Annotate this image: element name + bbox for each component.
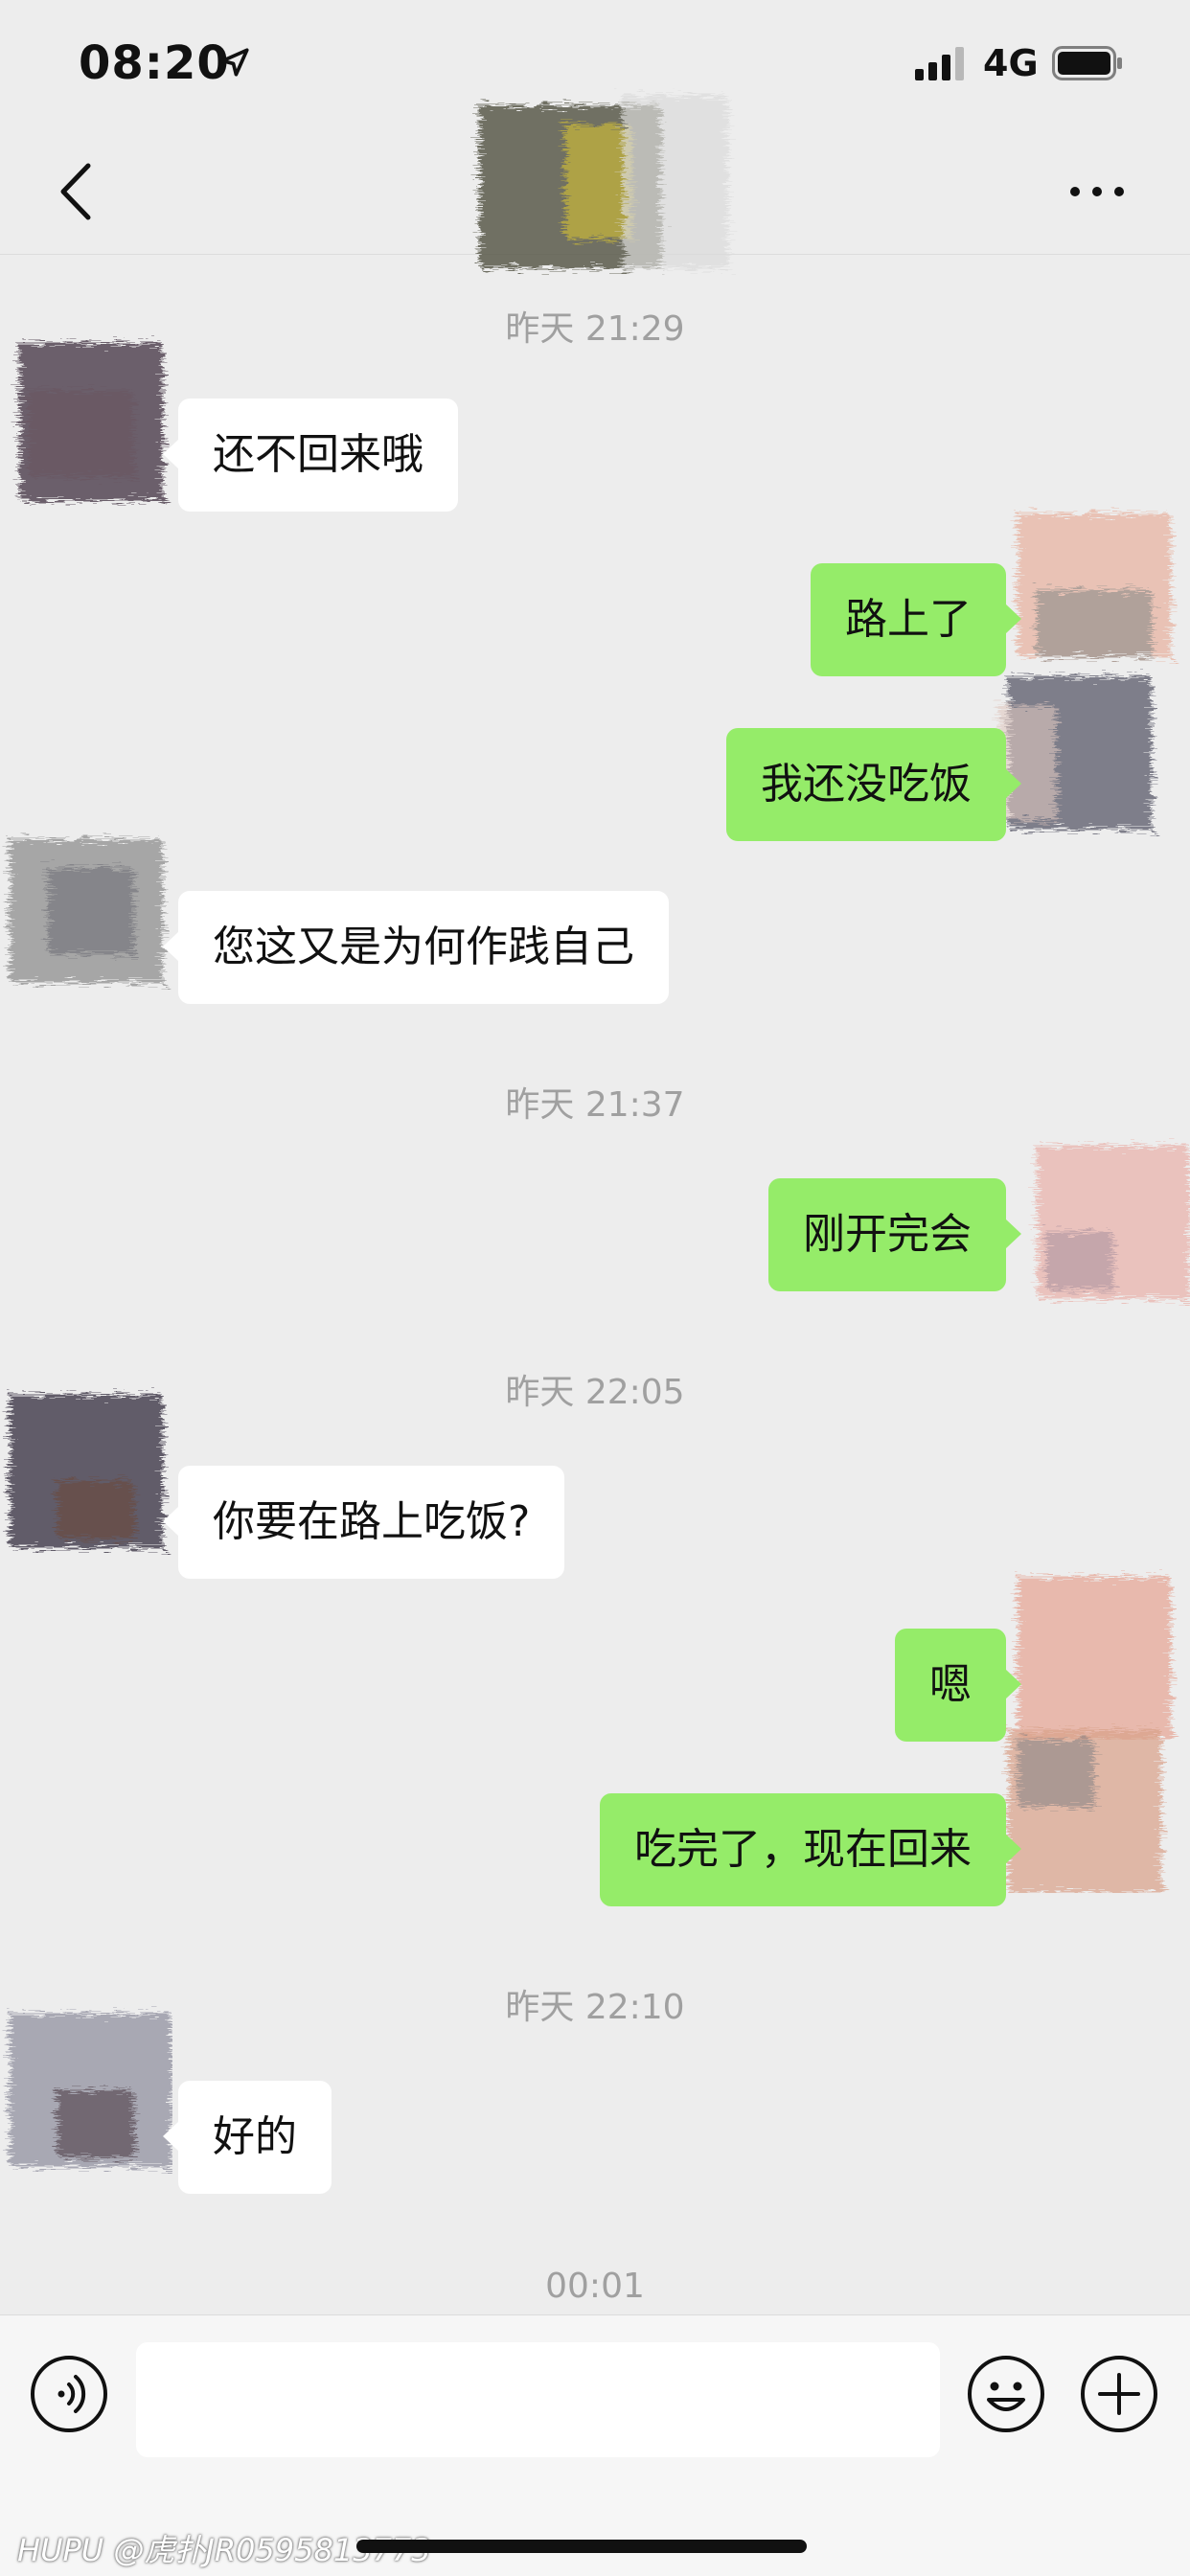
ellipsis-icon[interactable] bbox=[1064, 168, 1131, 216]
chat-header bbox=[0, 96, 1190, 268]
message-bubble-outgoing[interactable]: 路上了 bbox=[811, 563, 1021, 676]
signal-icon bbox=[915, 47, 964, 80]
network-type: 4G bbox=[983, 42, 1039, 84]
self-avatar-redacted[interactable] bbox=[1018, 1136, 1190, 1309]
message-bubble-incoming[interactable]: 好的 bbox=[163, 2081, 332, 2194]
location-arrow-icon bbox=[220, 48, 249, 77]
self-avatar-redacted[interactable] bbox=[1008, 1567, 1180, 1740]
message-bubble-incoming[interactable]: 您这又是为何作践自己 bbox=[163, 891, 669, 1004]
status-time: 08:20 bbox=[79, 36, 230, 90]
timestamp: 昨天 22:10 bbox=[505, 1988, 685, 2027]
contact-avatar-redacted[interactable] bbox=[0, 1385, 172, 1558]
message-bubble-outgoing[interactable]: 我还没吃饭 bbox=[726, 728, 1021, 841]
message-bubble-outgoing[interactable]: 吃完了，现在回来 bbox=[600, 1793, 1021, 1906]
voice-icon[interactable] bbox=[29, 2354, 109, 2434]
message-bubble-incoming[interactable]: 你要在路上吃饭? bbox=[162, 1466, 565, 1579]
timestamp: 昨天 21:29 bbox=[505, 309, 685, 349]
battery-icon bbox=[1052, 46, 1122, 80]
timestamp: 00:01 bbox=[545, 2267, 645, 2306]
input-bar: HUPU @虎扑JR0595813773 bbox=[0, 2314, 1190, 2576]
contact-avatar-redacted[interactable] bbox=[0, 333, 172, 506]
message-list[interactable]: 昨天 21:29 还不回来哦 路上了 我还没吃饭 您这又是为何作践自己 昨天 2… bbox=[0, 255, 1190, 2314]
contact-avatar-redacted[interactable] bbox=[0, 820, 172, 992]
timestamp: 昨天 21:37 bbox=[505, 1085, 685, 1125]
self-avatar-redacted[interactable] bbox=[1008, 494, 1180, 667]
home-indicator[interactable] bbox=[356, 2540, 807, 2553]
message-input[interactable] bbox=[136, 2342, 940, 2457]
self-avatar-redacted[interactable] bbox=[989, 667, 1161, 839]
chevron-left-icon[interactable] bbox=[48, 158, 105, 225]
timestamp: 昨天 22:05 bbox=[505, 1373, 685, 1412]
self-avatar-redacted[interactable] bbox=[998, 1721, 1171, 1893]
plus-icon[interactable] bbox=[1079, 2354, 1159, 2434]
emoji-icon[interactable] bbox=[966, 2354, 1046, 2434]
contact-avatar-redacted[interactable] bbox=[0, 2004, 172, 2177]
message-bubble-outgoing[interactable]: 刚开完会 bbox=[768, 1178, 1021, 1291]
message-bubble-outgoing[interactable]: 嗯 bbox=[895, 1629, 1021, 1742]
message-bubble-incoming[interactable]: 还不回来哦 bbox=[163, 399, 458, 512]
